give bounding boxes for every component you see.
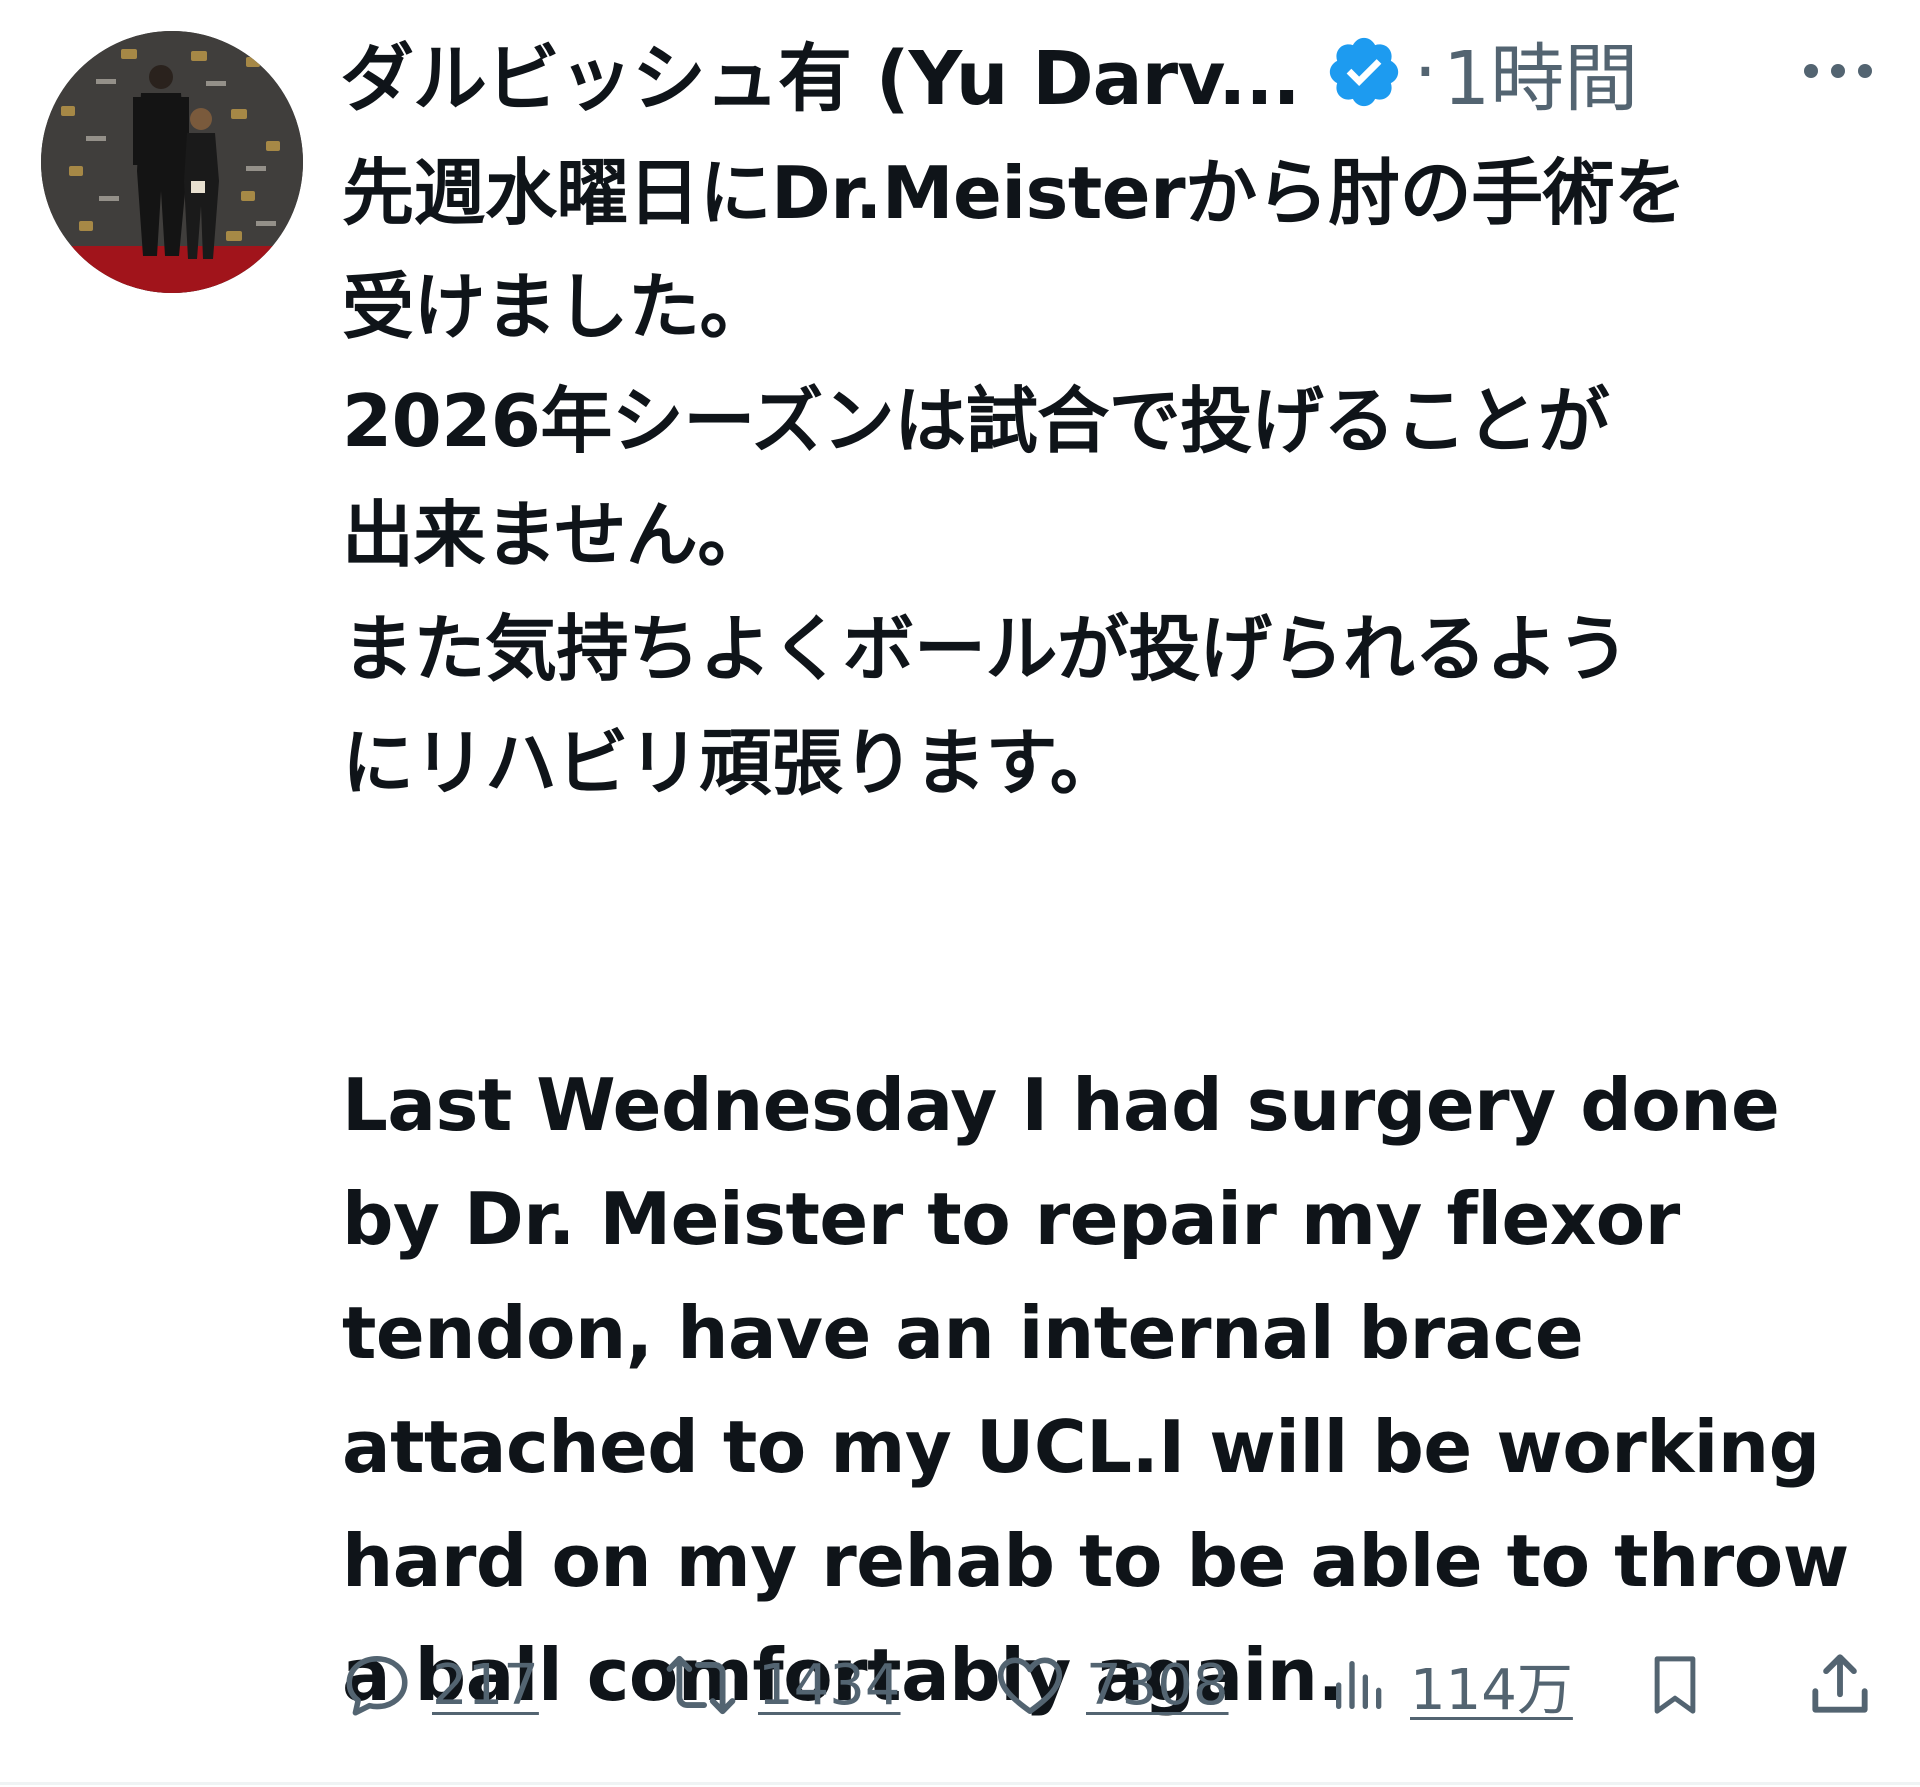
like-button[interactable]: 7308 — [992, 1630, 1229, 1740]
more-options-icon[interactable] — [1797, 46, 1879, 96]
views-chart-icon — [1336, 1661, 1382, 1709]
views-button[interactable]: 114万 — [1328, 1630, 1573, 1740]
bookmark-icon — [1654, 1656, 1696, 1714]
views-count: 114万 — [1410, 1657, 1573, 1723]
tweet-text-line: by Dr. Meister to repair my flexor — [342, 1177, 1680, 1261]
like-count: 7308 — [1086, 1652, 1229, 1718]
avatar[interactable] — [41, 31, 303, 293]
share-button[interactable] — [1803, 1630, 1877, 1740]
repost-count: 1434 — [758, 1652, 901, 1718]
tweet-text-line: tendon, have an internal brace — [342, 1291, 1584, 1375]
timestamp-link[interactable]: 1時間 — [1443, 19, 1638, 126]
avatar-photo — [41, 31, 303, 293]
verified-badge-icon[interactable] — [1324, 32, 1404, 112]
header-separator: · — [1413, 29, 1438, 115]
tweet-text-line: また気持ちよくボールが投げられるよう — [342, 607, 1630, 691]
tweet-text-line: attached to my UCL.I will be working — [342, 1405, 1820, 1489]
tweet-action-bar: 217 1434 7308 114万 — [340, 1630, 1900, 1740]
reply-count: 217 — [432, 1652, 539, 1718]
reply-button[interactable]: 217 — [340, 1630, 539, 1740]
tweet-text-line: 先週水曜日にDr.Meisterから肘の手術を — [342, 151, 1686, 235]
tweet-text-line: にリハビリ頑張ります。 — [342, 721, 1122, 805]
tweet-text-line: hard on my rehab to be able to throw — [342, 1519, 1849, 1603]
repost-icon — [666, 1655, 736, 1715]
tweet-text-line: Last Wednesday I had surgery done — [342, 1063, 1780, 1147]
bookmark-button[interactable] — [1642, 1630, 1708, 1740]
repost-button[interactable]: 1434 — [662, 1630, 901, 1740]
tweet-text-line: 2026年シーズンは試合で投げることが — [342, 379, 1610, 463]
reply-icon — [346, 1656, 408, 1716]
tweet-text-line: 出来ません。 — [342, 493, 769, 577]
author-display-name[interactable]: ダルビッシュ有 (Yu Darv... — [340, 19, 1301, 126]
share-icon — [1812, 1654, 1868, 1713]
tweet-text: 先週水曜日にDr.Meisterから肘の手術を 受けました。 2026年シーズン… — [342, 136, 1882, 1732]
tweet-header: ダルビッシュ有 (Yu Darv... · 1時間 — [340, 12, 1900, 132]
tweet-text-line: 受けました。 — [342, 265, 772, 349]
divider — [0, 1782, 1920, 1785]
tweet: ダルビッシュ有 (Yu Darv... · 1時間 先週水曜日にDr.Meist… — [0, 0, 1920, 1787]
heart-icon — [997, 1657, 1063, 1714]
